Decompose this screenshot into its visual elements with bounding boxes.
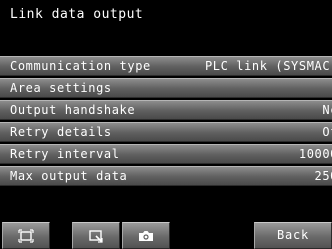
title-bar: Link data output [0, 0, 332, 54]
setting-communication-type[interactable]: Communication type PLC link (SYSMAC) [0, 56, 332, 76]
setting-value: 250 [314, 169, 332, 183]
setting-label: Communication type [10, 59, 151, 73]
setting-retry-details[interactable]: Retry details Of [0, 122, 332, 142]
back-button[interactable]: Back [254, 222, 332, 249]
setting-value: 10000 [298, 147, 332, 161]
link-data-output-screen: Link data output Communication type PLC … [0, 0, 332, 249]
setting-label: Area settings [10, 81, 112, 95]
setting-label: Retry interval [10, 147, 120, 161]
setting-value: Nc [322, 103, 332, 117]
setting-output-handshake[interactable]: Output handshake Nc [0, 100, 332, 120]
setting-max-output-data[interactable]: Max output data 250 [0, 166, 332, 186]
setting-area-settings[interactable]: Area settings [0, 78, 332, 98]
setting-label: Retry details [10, 125, 112, 139]
settings-list: Communication type PLC link (SYSMAC) Are… [0, 56, 332, 188]
setting-label: Output handshake [10, 103, 136, 117]
back-button-label: Back [276, 228, 310, 242]
zoom-region-button[interactable] [72, 222, 120, 249]
setting-label: Max output data [10, 169, 128, 183]
fit-frame-button[interactable] [2, 222, 50, 249]
setting-retry-interval[interactable]: Retry interval 10000 [0, 144, 332, 164]
capture-button[interactable] [122, 222, 170, 249]
page-title: Link data output [10, 7, 144, 22]
setting-value: PLC link (SYSMAC) [204, 59, 332, 73]
bottom-toolbar: Back [0, 222, 332, 249]
setting-value: Of [322, 125, 332, 139]
